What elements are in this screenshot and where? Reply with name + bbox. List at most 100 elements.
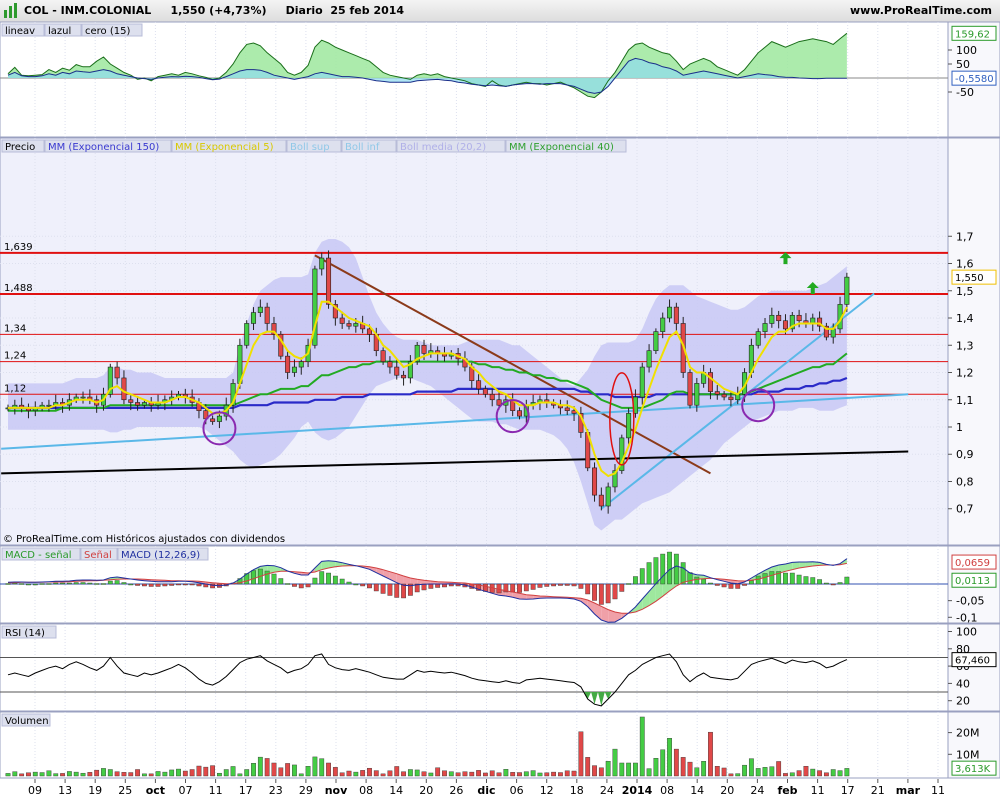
candle-body: [319, 257, 325, 270]
volume-bar: [728, 773, 734, 777]
y-tick-label: 1,7: [956, 230, 974, 243]
macd-histogram-bar: [448, 583, 454, 587]
level-label: 1,24: [4, 351, 26, 362]
volume-bar: [80, 772, 86, 777]
volume-bar: [755, 768, 761, 777]
legend-label: Boll media (20,2): [400, 142, 486, 153]
macd-histogram-bar: [735, 583, 741, 589]
candle-body: [667, 306, 673, 319]
candle-body: [592, 467, 598, 496]
candle-body: [114, 366, 120, 379]
candle-body: [714, 391, 720, 395]
legend-label: Señal: [84, 550, 112, 561]
volume-bar: [503, 769, 509, 777]
volume-bar: [332, 767, 338, 777]
volume-bar: [708, 731, 713, 777]
volume-bar: [687, 761, 693, 777]
x-tick-label: nov: [325, 784, 348, 797]
macd-histogram-bar: [26, 583, 31, 586]
volume-bar: [326, 762, 331, 777]
volume-bar: [155, 771, 161, 777]
volume-bar: [469, 771, 475, 777]
candle-body: [264, 306, 270, 324]
volume-bar: [230, 766, 236, 777]
level-label: 1,34: [4, 323, 26, 334]
macd-histogram-bar: [298, 583, 304, 589]
legend-label: MM (Exponencial 5): [175, 142, 274, 153]
volume-bar: [257, 756, 263, 777]
candle-body: [694, 383, 700, 406]
macd-histogram-bar: [367, 583, 372, 589]
volume-bar: [660, 749, 666, 777]
x-tick-label: 24: [600, 784, 614, 797]
volume-bar: [305, 766, 311, 777]
volume-bar: [26, 772, 31, 777]
candle-body: [660, 317, 666, 332]
volume-bar: [598, 767, 604, 777]
x-tick-label: mar: [896, 784, 921, 797]
macd-pane: MACD - señal Señal MACD (12,26,9) -0,05 -0,1…: [0, 545, 1000, 624]
macd-histogram-bar: [721, 583, 727, 588]
volume-bar: [476, 770, 481, 777]
candle-body: [776, 314, 782, 322]
candle-body: [298, 361, 304, 368]
macd-histogram-bar: [319, 571, 325, 585]
chart-area[interactable]: lineav lazul cero (15)10050-50159,62-0,558…: [0, 0, 1000, 800]
macd-histogram-bar: [530, 583, 536, 590]
candle-body: [387, 361, 393, 368]
volume-bar: [421, 771, 427, 777]
volume-bar: [87, 772, 93, 777]
candle-body: [401, 374, 407, 379]
legend-label: Boll inf: [345, 142, 380, 153]
legend-label: RSI (14): [5, 628, 45, 639]
rsi-pane: RSI (14)1008060402067,460: [0, 623, 1000, 712]
macd-histogram-bar: [360, 583, 366, 587]
macd-histogram-bar: [824, 582, 829, 585]
volume-bar: [783, 773, 788, 777]
y-tick-label: 0,9: [956, 448, 974, 461]
macd-histogram-bar: [421, 583, 427, 591]
macd-histogram-bar: [176, 583, 181, 586]
volume-bar: [817, 770, 822, 777]
candle-body: [598, 494, 604, 507]
macd-histogram-bar: [80, 582, 86, 585]
macd-histogram-bar: [796, 574, 802, 585]
volume-bar: [489, 770, 495, 777]
macd-histogram-bar: [271, 573, 277, 585]
volume-bar: [639, 716, 645, 777]
value-badge-label: 0,0659: [955, 558, 990, 569]
level-label: 1,12: [4, 383, 26, 394]
candle-body: [326, 257, 332, 305]
legend-label: MACD (12,26,9): [121, 550, 200, 561]
candle-body: [653, 331, 659, 352]
volume-bar: [182, 770, 188, 777]
x-tick-label: 2014: [622, 784, 653, 797]
volume-bar: [73, 771, 79, 777]
x-tick-label: 19: [88, 784, 102, 797]
macd-histogram-bar: [619, 583, 625, 592]
volume-bar: [673, 748, 679, 777]
volume-bar: [748, 758, 754, 777]
volume-bar: [121, 772, 127, 777]
volume-bar: [789, 772, 795, 777]
macd-histogram-bar: [148, 583, 154, 587]
x-tick-label: dic: [477, 784, 495, 797]
volume-bar: [830, 769, 836, 777]
macd-histogram-bar: [46, 583, 52, 585]
volume-bar: [735, 773, 741, 777]
macd-histogram-bar: [639, 568, 645, 585]
volume-bar: [101, 768, 106, 777]
macd-histogram-bar: [803, 576, 809, 585]
y-tick-label: 40: [956, 677, 970, 690]
x-tick-label: 20: [419, 784, 433, 797]
candle-body: [380, 350, 386, 362]
volume-bar: [769, 766, 775, 777]
volume-bar: [517, 772, 522, 777]
volume-bar: [380, 773, 386, 777]
macd-histogram-bar: [401, 583, 406, 599]
macd-histogram-bar: [128, 583, 134, 586]
volume-bar: [141, 773, 147, 777]
macd-histogram-bar: [251, 570, 256, 585]
x-tick-label: 08: [359, 784, 373, 797]
volume-bar: [367, 767, 372, 777]
